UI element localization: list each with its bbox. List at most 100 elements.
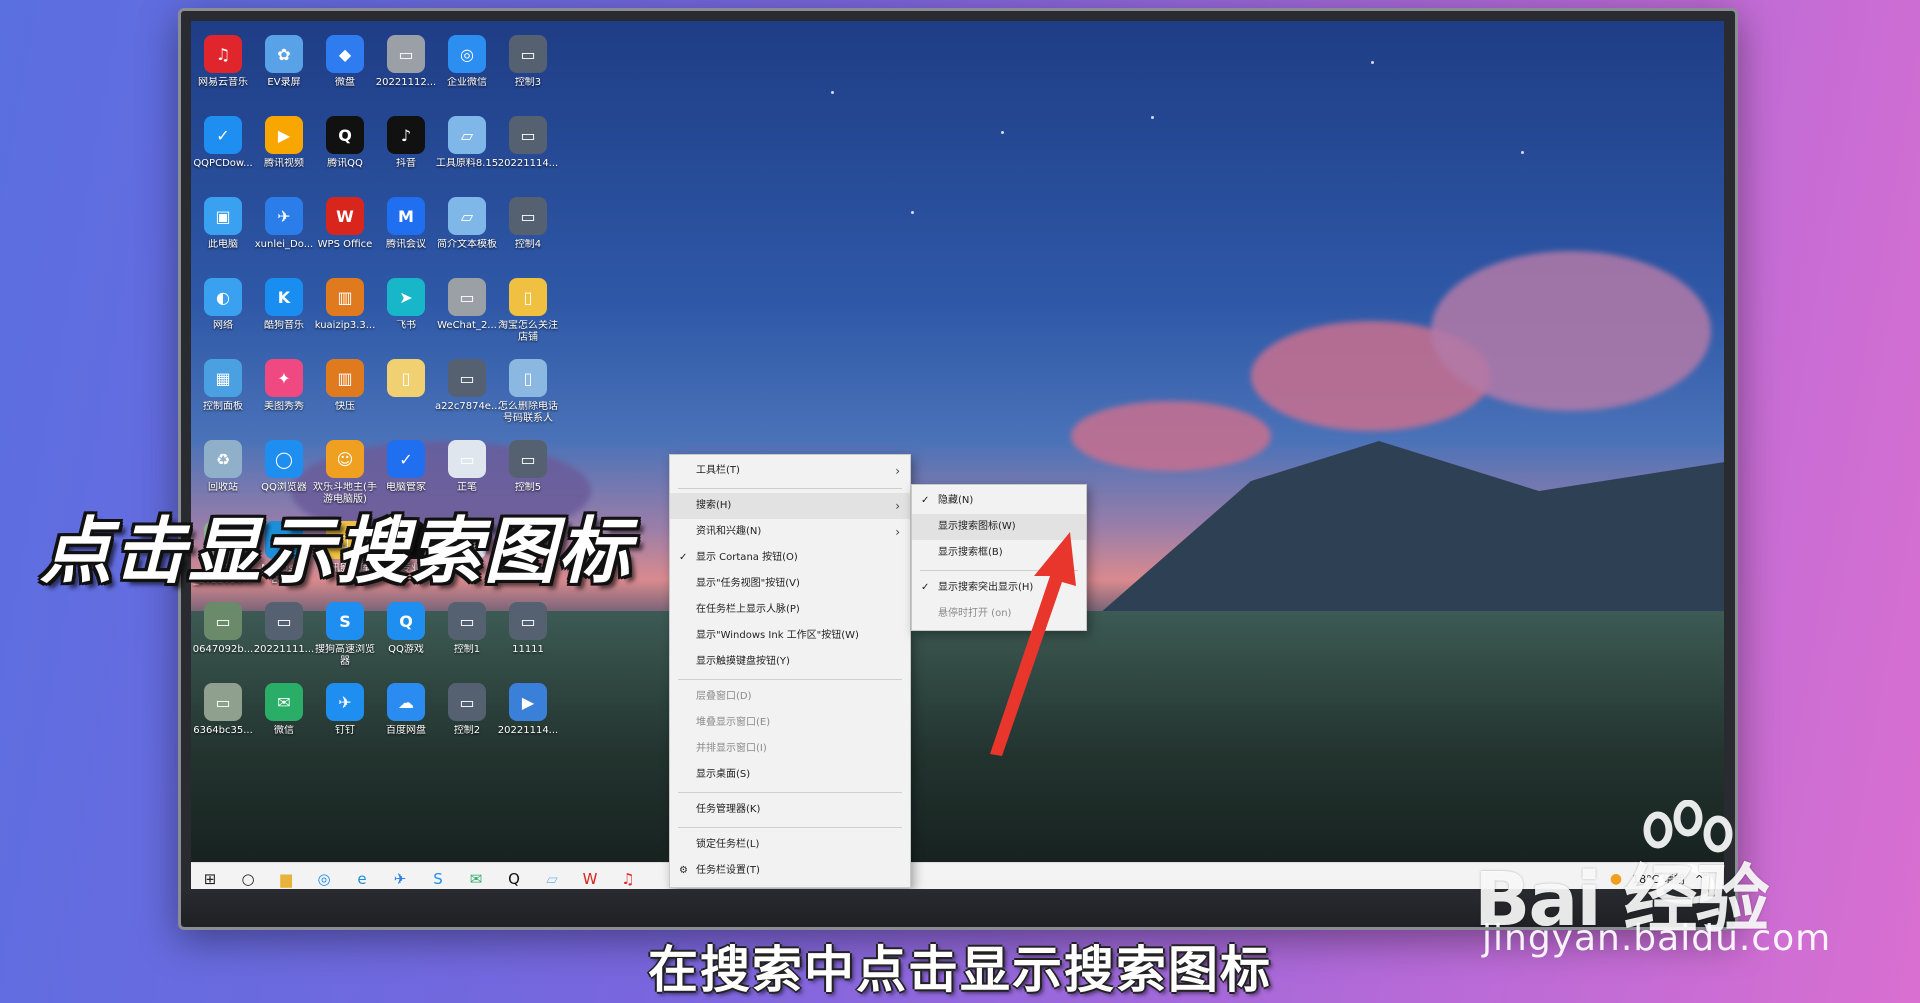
context-menu-item[interactable]: 任务管理器(K) — [670, 797, 910, 823]
desktop-icon[interactable]: ➤ 飞书 — [376, 278, 436, 356]
desktop-icon[interactable]: M 腾讯会议 — [376, 197, 436, 275]
app-icon: S — [326, 602, 364, 640]
desktop-icon[interactable]: ▦ 控制面板 — [193, 359, 253, 437]
app-icon: ▭ — [448, 683, 486, 721]
desktop-icon-label: 工具原料8.15 — [435, 158, 499, 169]
desktop-icon[interactable]: ▯ — [376, 359, 436, 437]
desktop-icon[interactable]: ▭ 控制4 — [498, 197, 558, 275]
context-menu-item[interactable]: 资讯和兴趣(N) › — [670, 519, 910, 545]
desktop-icon-label: 0647092b... — [192, 644, 254, 655]
menu-item-label: 在任务栏上显示人脉(P) — [696, 604, 800, 615]
desktop-icon[interactable]: ▭ 20221111... — [254, 602, 314, 680]
desktop-icon[interactable]: ♫ 网易云音乐 — [193, 35, 253, 113]
desktop-icon[interactable]: ✉ 微信 — [254, 683, 314, 761]
desktop-icon-label: 此电脑 — [208, 239, 238, 250]
desktop-icon[interactable]: ▯ 淘宝怎么关注店铺 — [498, 278, 558, 356]
desktop-icon[interactable]: ☁ 百度网盘 — [376, 683, 436, 761]
desktop-icon[interactable]: ▭ 控制1 — [437, 602, 497, 680]
app-icon: ▥ — [326, 359, 364, 397]
desktop-icon-label: 20221111... — [253, 644, 315, 655]
desktop-icon[interactable]: ▱ 工具原料8.15 — [435, 116, 499, 194]
menu-item-label: 工具栏(T) — [696, 465, 740, 476]
desktop-icon[interactable]: ▭ 11111 — [498, 602, 558, 680]
desktop-icon[interactable]: ✿ EV录屏 — [254, 35, 314, 113]
app-icon: ▱ — [448, 197, 486, 235]
desktop-icon[interactable]: ▶ 腾讯视频 — [254, 116, 314, 194]
desktop-icon-label: WeChat_2... — [437, 320, 497, 331]
desktop-icon-label: 20221112... — [375, 77, 437, 88]
desktop-icon-label: 微盘 — [335, 77, 355, 88]
context-menu-item[interactable]: ✓ 显示 Cortana 按钮(O) — [670, 545, 910, 571]
app-icon: ✓ — [387, 440, 425, 478]
desktop-icon-label: a22c7874e... — [435, 401, 499, 412]
desktop-icon-label: 20221114... — [497, 725, 559, 736]
desktop-icon[interactable]: ✓ QQPCDow... — [193, 116, 253, 194]
desktop-icon[interactable]: ▭ 6364bc35... — [193, 683, 253, 761]
desktop-icon[interactable]: ▭ WeChat_2... — [437, 278, 497, 356]
menu-item-label: 显示 Cortana 按钮(O) — [696, 552, 798, 563]
desktop-icon-label: 20221114... — [497, 158, 559, 169]
desktop-icon-label: QQ游戏 — [388, 644, 424, 655]
desktop-icon[interactable]: ▯ 怎么删除电话号码联系人 — [498, 359, 558, 437]
checkmark-icon: ✓ — [679, 552, 688, 563]
context-menu-item[interactable]: 显示"Windows Ink 工作区"按钮(W) — [670, 623, 910, 649]
context-menu-item[interactable]: ⚙ 任务栏设置(T) — [670, 858, 910, 884]
desktop-icon[interactable]: ▥ kuaizip3.3... — [315, 278, 375, 356]
desktop-icon-label: 钉钉 — [335, 725, 355, 736]
desktop-icon[interactable]: ♪ 抖音 — [376, 116, 436, 194]
desktop-icon[interactable]: S 搜狗高速浏览器 — [315, 602, 375, 680]
context-menu-item[interactable]: 显示触摸键盘按钮(Y) — [670, 649, 910, 675]
desktop-icon[interactable]: ▭ a22c7874e... — [435, 359, 499, 437]
desktop-icon[interactable]: K 酷狗音乐 — [254, 278, 314, 356]
desktop-icon[interactable]: ▥ 快压 — [315, 359, 375, 437]
desktop-icon-label: 飞书 — [396, 320, 416, 331]
desktop-icon[interactable]: ◆ 微盘 — [315, 35, 375, 113]
app-icon: ✈ — [265, 197, 303, 235]
search-submenu-item[interactable]: ✓ 隐藏(N) — [912, 488, 1086, 514]
desktop-icon[interactable]: ▭ 20221114... — [498, 116, 558, 194]
desktop-icon-label: 淘宝怎么关注店铺 — [498, 320, 558, 343]
desktop-icon[interactable]: ◎ 企业微信 — [437, 35, 497, 113]
context-menu-item[interactable]: 显示桌面(S) — [670, 762, 910, 788]
desktop-icon[interactable]: ▶ 20221114... — [498, 683, 558, 761]
desktop-icon[interactable]: ▱ 简介文本模板 — [437, 197, 497, 275]
app-icon: ▭ — [509, 197, 547, 235]
desktop-icon-label: 腾讯会议 — [386, 239, 426, 250]
menu-item-label: 显示桌面(S) — [696, 769, 751, 780]
menu-item-label: 显示"Windows Ink 工作区"按钮(W) — [696, 630, 859, 641]
red-pointer-arrow-icon — [990, 532, 1076, 756]
checkmark-icon: ✓ — [921, 582, 930, 593]
desktop-icon[interactable]: Q QQ游戏 — [376, 602, 436, 680]
app-icon: ▭ — [448, 602, 486, 640]
context-menu-item[interactable]: 在任务栏上显示人脉(P) — [670, 597, 910, 623]
chevron-right-icon: › — [895, 499, 900, 513]
desktop-icon[interactable]: ▣ 此电脑 — [193, 197, 253, 275]
monitor-frame: ♫ 网易云音乐 ✿ EV录屏 ◆ 微盘 ▭ 20221112... ◎ 企业微信 ▭ 控制3 ✓ QQPC… — [178, 8, 1738, 930]
desktop-icon[interactable]: ▭ 控制2 — [437, 683, 497, 761]
menu-item-label: 资讯和兴趣(N) — [696, 526, 762, 537]
desktop-icon-label: 控制4 — [514, 239, 542, 250]
menu-separator — [678, 488, 902, 489]
context-menu-item[interactable]: 工具栏(T) › — [670, 458, 910, 484]
desktop-icon[interactable]: ◐ 网络 — [193, 278, 253, 356]
context-menu-item: 并排显示窗口(I) — [670, 736, 910, 762]
desktop-icon[interactable]: ▭ 0647092b... — [193, 602, 253, 680]
menu-separator — [678, 792, 902, 793]
desktop-icon[interactable]: ▭ 控制3 — [498, 35, 558, 113]
menu-item-label: 搜索(H) — [696, 500, 732, 511]
desktop-icon[interactable]: ▭ 20221112... — [376, 35, 436, 113]
desktop-icon[interactable]: ✦ 美图秀秀 — [254, 359, 314, 437]
context-menu-item[interactable]: 搜索(H) › — [670, 493, 910, 519]
desktop-icon[interactable]: Q 腾讯QQ — [315, 116, 375, 194]
app-icon: ▣ — [204, 197, 242, 235]
gear-icon: ⚙ — [679, 865, 688, 876]
desktop-icon-label: 控制3 — [514, 77, 542, 88]
desktop-icon[interactable]: ✈ xunlei_Do... — [254, 197, 314, 275]
menu-item-label: 隐藏(N) — [938, 495, 974, 506]
app-icon: ▥ — [326, 278, 364, 316]
desktop-icon-grid: ♫ 网易云音乐 ✿ EV录屏 ◆ 微盘 ▭ 20221112... ◎ 企业微信 ▭ 控制3 ✓ QQPC… — [193, 35, 558, 835]
desktop-icon[interactable]: ✈ 钉钉 — [315, 683, 375, 761]
context-menu-item[interactable]: 显示"任务视图"按钮(V) — [670, 571, 910, 597]
context-menu-item[interactable]: 锁定任务栏(L) — [670, 832, 910, 858]
desktop-icon[interactable]: W WPS Office — [315, 197, 375, 275]
